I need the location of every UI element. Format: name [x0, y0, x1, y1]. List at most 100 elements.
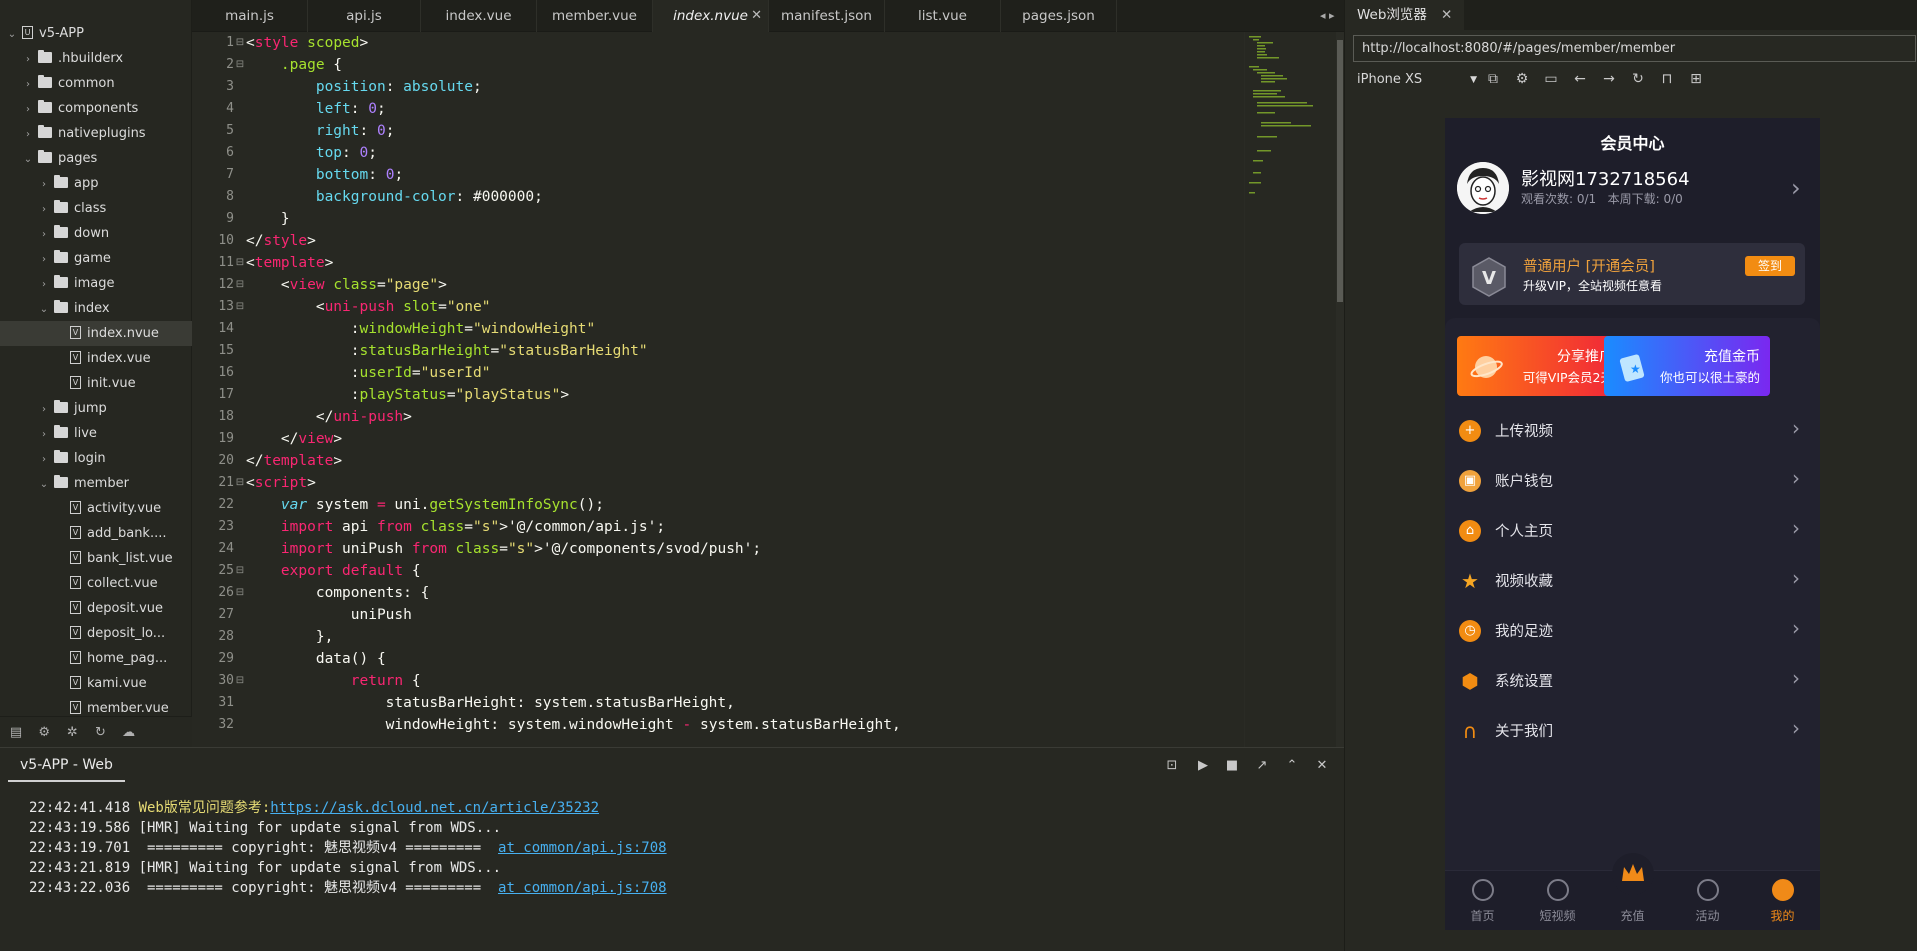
- tab-pages-json[interactable]: pages.json: [1001, 0, 1117, 32]
- file-item[interactable]: Vindex.vue: [0, 346, 192, 371]
- tab-index-vue[interactable]: index.vue: [421, 0, 537, 32]
- chevron-right-icon[interactable]: ›: [38, 222, 50, 247]
- file-item[interactable]: Vcollect.vue: [0, 571, 192, 596]
- folder-item[interactable]: › login: [0, 446, 192, 471]
- menu-item[interactable]: + 上传视频 ›: [1445, 406, 1820, 456]
- open-external-icon[interactable]: ↗: [1254, 758, 1270, 774]
- folder-item[interactable]: › nativeplugins: [0, 121, 192, 146]
- tab-main-js[interactable]: main.js: [192, 0, 308, 32]
- log-link[interactable]: at common/api.js:708: [498, 880, 667, 896]
- lock-icon[interactable]: ⊓: [1659, 71, 1675, 87]
- tabbar-home[interactable]: 首页: [1445, 871, 1520, 930]
- folder-item[interactable]: › down: [0, 221, 192, 246]
- folder-item[interactable]: › jump: [0, 396, 192, 421]
- chevron-down-icon[interactable]: ⌄: [38, 472, 50, 497]
- crown-icon[interactable]: [1612, 853, 1654, 895]
- folder-item[interactable]: ⌄ Uv5-APP: [0, 21, 192, 46]
- tabbar-short-video[interactable]: 短视频: [1520, 871, 1595, 930]
- lock-icon[interactable]: ⊡: [1164, 758, 1180, 774]
- fold-icon[interactable]: ⊟: [234, 32, 246, 54]
- tabbar-activity[interactable]: 活动: [1670, 871, 1745, 930]
- tab-list-vue[interactable]: list.vue: [885, 0, 1001, 32]
- stop-icon[interactable]: ■: [1224, 758, 1240, 774]
- promo-share-card[interactable]: 分享推广 可得VIP会员2天: [1457, 336, 1623, 396]
- fold-icon[interactable]: ⊟: [234, 560, 246, 582]
- fold-icon[interactable]: ⊟: [234, 670, 246, 692]
- play-icon[interactable]: ▶: [1195, 758, 1211, 774]
- chevron-down-icon[interactable]: ⌄: [22, 147, 34, 172]
- console-tab[interactable]: v5-APP - Web: [8, 748, 125, 782]
- folder-item[interactable]: ⌄ pages: [0, 146, 192, 171]
- log-link[interactable]: at common/api.js:708: [498, 840, 667, 856]
- file-item[interactable]: Vindex.nvue: [0, 321, 192, 346]
- fold-icon[interactable]: ⊟: [234, 472, 246, 494]
- terminal-icon[interactable]: ▭: [1543, 71, 1559, 87]
- folder-item[interactable]: › common: [0, 71, 192, 96]
- promo-recharge-card[interactable]: ★ 充值金币 你也可以很土豪的: [1604, 336, 1770, 396]
- chevron-up-icon[interactable]: ⌃: [1284, 758, 1300, 774]
- file-item[interactable]: Vkami.vue: [0, 671, 192, 696]
- chevron-right-icon[interactable]: ›: [22, 47, 34, 72]
- qrcode-icon[interactable]: ⊞: [1688, 71, 1704, 87]
- menu-item[interactable]: ▣ 账户钱包 ›: [1445, 456, 1820, 506]
- tabbar-mine[interactable]: 我的: [1745, 871, 1820, 930]
- chevron-right-icon[interactable]: ›: [22, 72, 34, 97]
- chevron-down-icon[interactable]: ⌄: [6, 22, 18, 47]
- tab-manifest-json[interactable]: manifest.json: [769, 0, 885, 32]
- menu-item[interactable]: ◷ 我的足迹 ›: [1445, 606, 1820, 656]
- code-content[interactable]: <style scoped> .page { position: absolut…: [246, 32, 901, 736]
- menu-item[interactable]: ⬢ 系统设置 ›: [1445, 656, 1820, 706]
- file-item[interactable]: Vdeposit.vue: [0, 596, 192, 621]
- scrollbar-thumb[interactable]: [1337, 40, 1343, 302]
- forward-icon[interactable]: →: [1601, 71, 1617, 87]
- gear-icon[interactable]: ⚙: [1514, 71, 1530, 87]
- menu-item[interactable]: ★ 视频收藏 ›: [1445, 556, 1820, 606]
- back-icon[interactable]: ←: [1572, 71, 1588, 87]
- folder-item[interactable]: › image: [0, 271, 192, 296]
- files-icon[interactable]: ▤: [8, 725, 24, 741]
- debug-icon[interactable]: ⚙: [36, 725, 52, 741]
- sync-icon[interactable]: ↻: [92, 725, 108, 741]
- folder-item[interactable]: ⌄ member: [0, 471, 192, 496]
- refresh-icon[interactable]: ↻: [1630, 71, 1646, 87]
- tab-index-nvue[interactable]: index.nvue ✕: [653, 0, 769, 32]
- chevron-right-icon[interactable]: ›: [38, 447, 50, 472]
- folder-item[interactable]: › app: [0, 171, 192, 196]
- chevron-right-icon[interactable]: ›: [22, 97, 34, 122]
- folder-item[interactable]: › game: [0, 246, 192, 271]
- fold-icon[interactable]: ⊟: [234, 54, 246, 76]
- file-item[interactable]: Vadd_bank....: [0, 521, 192, 546]
- avatar[interactable]: [1457, 162, 1509, 214]
- file-item[interactable]: Vactivity.vue: [0, 496, 192, 521]
- file-item[interactable]: Vinit.vue: [0, 371, 192, 396]
- fold-icon[interactable]: ⊟: [234, 274, 246, 296]
- menu-item[interactable]: ⌂ 个人主页 ›: [1445, 506, 1820, 556]
- sign-in-button[interactable]: 签到: [1745, 256, 1795, 276]
- menu-item[interactable]: ∩ 关于我们 ›: [1445, 706, 1820, 756]
- chevron-right-icon[interactable]: ›: [22, 122, 34, 147]
- fold-icon[interactable]: ⊟: [234, 582, 246, 604]
- chevron-right-icon[interactable]: ›: [38, 197, 50, 222]
- folder-item[interactable]: ⌄ index: [0, 296, 192, 321]
- tab-member-vue[interactable]: member.vue: [537, 0, 653, 32]
- close-icon[interactable]: ✕: [751, 0, 762, 32]
- chevron-right-icon[interactable]: ›: [1791, 174, 1801, 202]
- folder-item[interactable]: › .hbuilderx: [0, 46, 192, 71]
- editor-scrollbar[interactable]: [1336, 32, 1344, 747]
- file-item[interactable]: Vmember.vue: [0, 696, 192, 716]
- folder-item[interactable]: › class: [0, 196, 192, 221]
- cloud-icon[interactable]: ☁: [121, 725, 137, 741]
- minimap[interactable]: [1244, 32, 1336, 747]
- fold-icon[interactable]: ⊟: [234, 296, 246, 318]
- url-input[interactable]: http://localhost:8080/#/pages/member/mem…: [1353, 35, 1916, 62]
- tab-api-js[interactable]: api.js: [308, 0, 421, 32]
- chevron-right-icon[interactable]: ›: [38, 422, 50, 447]
- device-select[interactable]: iPhone XS ▼: [1353, 68, 1483, 92]
- folder-item[interactable]: › components: [0, 96, 192, 121]
- chevron-right-icon[interactable]: ›: [38, 272, 50, 297]
- folder-item[interactable]: › live: [0, 421, 192, 446]
- file-item[interactable]: Vdeposit_lo...: [0, 621, 192, 646]
- file-item[interactable]: Vbank_list.vue: [0, 546, 192, 571]
- browser-tab[interactable]: Web浏览器 ✕: [1345, 0, 1465, 30]
- tab-scroll-icon[interactable]: ◂ ▸: [1320, 9, 1335, 22]
